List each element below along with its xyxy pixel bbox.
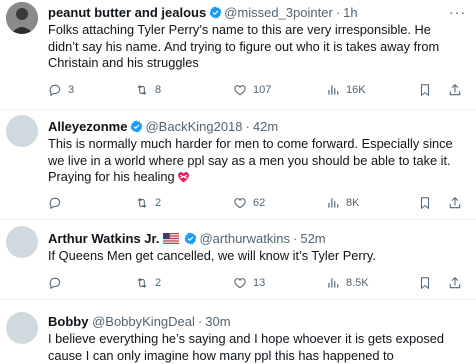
repost-count: 2: [155, 277, 162, 289]
separator-dot: ·: [197, 314, 203, 329]
user-handle[interactable]: @missed_3pointer: [224, 5, 333, 20]
verified-badge-icon: [131, 120, 143, 133]
separator-dot: ·: [245, 119, 250, 134]
heart-icon: [234, 85, 246, 96]
repost-icon: [137, 278, 147, 288]
repost-count: 2: [155, 197, 162, 209]
verified-badge-icon: [185, 232, 197, 245]
separator-dot: ·: [335, 5, 341, 20]
bookmark-icon[interactable]: [418, 196, 432, 210]
views-chart-icon: [328, 85, 339, 95]
views-chart-icon: [328, 198, 339, 208]
like-button[interactable]: 107: [233, 83, 271, 97]
views-count: 8.5K: [346, 277, 369, 289]
timestamp[interactable]: 42m: [253, 119, 278, 134]
tweet-header: Bobby @BobbyKingDeal · 30m: [48, 314, 470, 330]
reply-icon: [49, 197, 61, 210]
tweet-text: I believe everything he’s saying and I h…: [48, 331, 445, 363]
timestamp[interactable]: 30m: [205, 314, 230, 329]
tweet[interactable]: peanut butter and jealous @missed_3pointe…: [0, 0, 476, 110]
more-options-icon[interactable]: ···: [449, 4, 466, 20]
reply-button[interactable]: 3: [48, 83, 74, 97]
heart-icon: [234, 198, 246, 209]
repost-button[interactable]: 2: [135, 276, 161, 290]
avatar-photo-icon: [6, 2, 38, 34]
tweet-header: peanut butter and jealous @missed_3pointe…: [48, 5, 470, 21]
us-flag-icon: [163, 233, 180, 244]
repost-count: 8: [155, 84, 162, 96]
bookmark-icon[interactable]: [418, 83, 432, 97]
display-name[interactable]: peanut butter and jealous: [48, 5, 206, 20]
tweet[interactable]: Alleyezonme @BackKing2018 · 42m This is nor…: [0, 110, 476, 220]
reply-icon: [49, 84, 61, 97]
bookmark-icon[interactable]: [418, 276, 432, 290]
tweet-header: Arthur Watkins Jr. @arthurwatkins · 52m: [48, 231, 470, 247]
views-count: 8K: [346, 197, 360, 209]
avatar[interactable]: [6, 226, 38, 258]
repost-icon: [137, 85, 147, 95]
views-button[interactable]: 16K: [326, 83, 366, 97]
reply-count: 3: [68, 84, 75, 96]
like-count: 62: [253, 197, 266, 209]
repost-button[interactable]: 2: [135, 196, 161, 210]
tweet-header: Alleyezonme @BackKing2018 · 42m: [48, 119, 470, 135]
avatar[interactable]: [6, 2, 38, 34]
like-button[interactable]: 13: [233, 276, 265, 290]
reply-button[interactable]: [48, 196, 68, 210]
tweet-text: This is normally much harder for men to …: [48, 136, 466, 186]
user-handle[interactable]: @arthurwatkins: [199, 231, 290, 246]
timestamp[interactable]: 1h: [343, 5, 357, 20]
user-handle[interactable]: @BackKing2018: [145, 119, 242, 134]
reply-icon: [49, 277, 61, 290]
healing-heart-emoji-icon: [177, 172, 189, 183]
user-handle[interactable]: @BobbyKingDeal: [92, 314, 195, 329]
display-name[interactable]: Alleyezonme: [48, 119, 127, 134]
display-name[interactable]: Arthur Watkins Jr.: [48, 231, 159, 246]
reply-button[interactable]: [48, 276, 68, 290]
timestamp[interactable]: 52m: [300, 231, 325, 246]
heart-icon: [234, 278, 246, 289]
views-button[interactable]: 8K: [326, 196, 359, 210]
repost-button[interactable]: 8: [135, 83, 161, 97]
tweet-text-body: This is normally much harder for men to …: [48, 136, 453, 184]
like-button[interactable]: 62: [233, 196, 265, 210]
share-icon[interactable]: [448, 276, 462, 290]
avatar[interactable]: [6, 312, 38, 344]
like-count: 13: [253, 277, 266, 289]
share-icon[interactable]: [448, 196, 462, 210]
repost-icon: [137, 198, 147, 208]
views-chart-icon: [328, 278, 339, 288]
like-count: 107: [253, 84, 272, 96]
separator-dot: ·: [293, 231, 298, 246]
verified-badge-icon: [209, 6, 222, 19]
tweet[interactable]: Arthur Watkins Jr. @arthurwatkins · 52m If …: [0, 220, 476, 300]
views-button[interactable]: 8.5K: [326, 276, 369, 290]
tweet-text: Folks attaching Tyler Perry’s name to th…: [48, 22, 440, 70]
share-icon[interactable]: [448, 83, 462, 97]
tweet[interactable]: Bobby @BobbyKingDeal · 30m I believe every…: [0, 300, 476, 363]
views-count: 16K: [346, 84, 366, 96]
tweet-text: If Queens Men get cancelled, we will kno…: [48, 248, 376, 263]
avatar[interactable]: [6, 115, 38, 147]
display-name[interactable]: Bobby: [48, 314, 88, 329]
